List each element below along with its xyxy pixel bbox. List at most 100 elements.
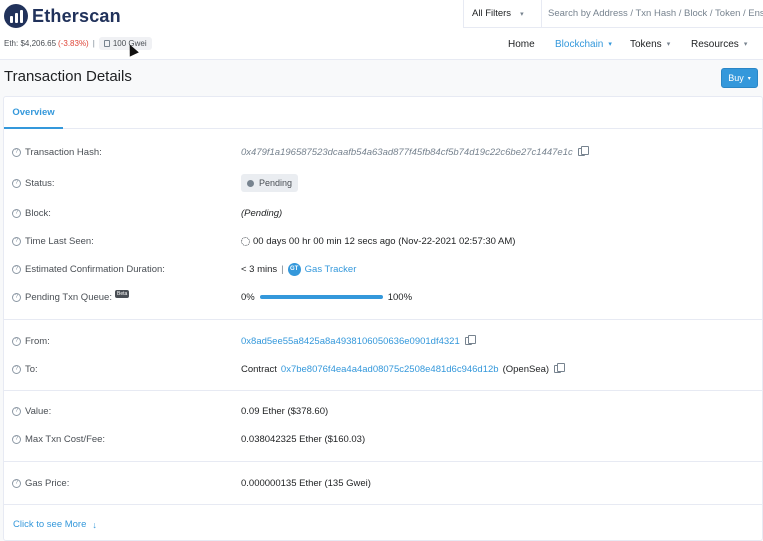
arrow-down-icon: ↓ xyxy=(92,519,97,530)
row-label: ? Value: xyxy=(12,406,51,417)
nav-tokens[interactable]: Tokens ▾ xyxy=(630,36,670,52)
gas-price-detail: 0.000000135 Ether (135 Gwei) xyxy=(241,477,371,489)
time-value: 00 days 00 hr 00 min 12 secs ago (Nov-22… xyxy=(253,235,516,247)
search-filter-select[interactable]: All Filters ▾ xyxy=(464,0,542,27)
help-icon[interactable]: ? xyxy=(12,478,21,488)
gas-tracker-link[interactable]: Gas Tracker xyxy=(305,264,357,275)
row-label: ? Block: xyxy=(12,208,51,219)
ticker-separator: | xyxy=(92,38,95,48)
label-text: Block: xyxy=(25,207,51,219)
chevron-down-icon: ▾ xyxy=(520,10,524,18)
row-value: 0% 100% xyxy=(241,292,412,303)
label-text: Value: xyxy=(25,405,52,417)
buy-button[interactable]: Buy ▾ xyxy=(721,68,758,88)
row-value: 0.038042325 Ether ($160.03) xyxy=(241,434,365,445)
row-time-last-seen: ? Time Last Seen: 00 days 00 hr 00 min 1… xyxy=(4,232,762,250)
brand-name: Etherscan xyxy=(32,5,121,26)
nav-resources[interactable]: Resources ▾ xyxy=(691,36,747,52)
row-value: 00 days 00 hr 00 min 12 secs ago (Nov-22… xyxy=(241,236,515,247)
clock-icon xyxy=(247,179,254,187)
help-icon[interactable]: ? xyxy=(12,147,21,157)
row-from: ? From: 0x8ad5ee55a8425a8a4938106050636e… xyxy=(4,332,762,350)
row-max-fee: ? Max Txn Cost/Fee: 0.038042325 Ether ($… xyxy=(4,430,762,448)
divider xyxy=(4,504,762,505)
help-icon[interactable]: ? xyxy=(12,434,21,444)
top-header: Etherscan All Filters ▾ Eth: $4,206.65 (… xyxy=(0,0,763,60)
label-text: Max Txn Cost/Fee: xyxy=(25,433,106,445)
nav-blockchain[interactable]: Blockchain ▾ xyxy=(555,36,612,52)
block-value: (Pending) xyxy=(241,207,283,219)
row-label: ? Time Last Seen: xyxy=(12,236,94,247)
row-label: ? Pending Txn Queue: Beta xyxy=(12,290,130,303)
value-amount: 0.09 Ether ($378.60) xyxy=(241,405,329,417)
max-fee-value: 0.038042325 Ether ($160.03) xyxy=(241,433,366,445)
etherscan-logo-icon xyxy=(4,4,28,28)
chevron-down-icon: ▾ xyxy=(608,41,612,48)
see-more-link[interactable]: Click to see More ↓ xyxy=(13,519,97,530)
row-block: ? Block: (Pending) xyxy=(4,204,762,222)
help-icon[interactable]: ? xyxy=(12,264,21,274)
label-text: To: xyxy=(25,363,38,375)
row-confirmation-duration: ? Estimated Confirmation Duration: < 3 m… xyxy=(4,260,762,278)
help-icon[interactable]: ? xyxy=(12,336,21,346)
row-label: ? Transaction Hash: xyxy=(12,147,102,158)
label-text: Pending Txn Queue: xyxy=(25,291,112,303)
row-label: ? To: xyxy=(12,364,38,375)
row-status: ? Status: Pending xyxy=(4,174,762,192)
page-title: Transaction Details xyxy=(4,68,132,85)
gas-tracker-icon: GT xyxy=(287,262,301,276)
nav-home[interactable]: Home xyxy=(508,36,535,52)
queue-progress-bar xyxy=(259,295,383,299)
chevron-down-icon: ▾ xyxy=(747,75,751,82)
label-text: Time Last Seen: xyxy=(25,235,94,247)
nav-blockchain-label: Blockchain xyxy=(555,38,604,50)
to-address-link[interactable]: 0x7be8076f4ea4a4ad08075c2508e481d6c946d1… xyxy=(281,364,499,375)
row-label: ? From: xyxy=(12,336,50,347)
row-value-amount: ? Value: 0.09 Ether ($378.60) xyxy=(4,402,762,420)
transaction-hash-value: 0x479f1a196587523dcaafb54a63ad877f45fb84… xyxy=(241,146,573,158)
help-icon[interactable]: ? xyxy=(12,208,21,218)
row-gas-price: ? Gas Price: 0.000000135 Ether (135 Gwei… xyxy=(4,474,762,492)
help-icon[interactable]: ? xyxy=(12,178,21,188)
tab-overview[interactable]: Overview xyxy=(4,97,63,129)
row-label: ? Gas Price: xyxy=(12,478,69,489)
row-value: 0.09 Ether ($378.60) xyxy=(241,406,328,417)
help-icon[interactable]: ? xyxy=(12,292,21,302)
value-separator: | xyxy=(281,263,284,275)
label-text: Gas Price: xyxy=(25,477,70,489)
search-bar: All Filters ▾ xyxy=(463,0,763,28)
copy-icon[interactable] xyxy=(464,335,476,345)
help-icon[interactable]: ? xyxy=(12,364,21,374)
row-transaction-hash: ? Transaction Hash: 0x479f1a196587523dca… xyxy=(4,143,762,161)
row-label: ? Max Txn Cost/Fee: xyxy=(12,434,105,445)
help-icon[interactable]: ? xyxy=(12,236,21,246)
nav-home-label: Home xyxy=(508,38,535,50)
spinner-icon xyxy=(241,236,250,246)
from-address-link[interactable]: 0x8ad5ee55a8425a8a4938106050636e0901df43… xyxy=(241,336,460,347)
row-value: 0.000000135 Ether (135 Gwei) xyxy=(241,478,371,489)
row-value: < 3 mins | GT Gas Tracker xyxy=(241,262,357,276)
queue-progress-fill xyxy=(259,295,383,299)
to-contract-name: (OpenSea) xyxy=(502,363,550,375)
eth-price-change: (-3.83%) xyxy=(58,38,89,48)
row-value: Contract 0x7be8076f4ea4a4ad08075c2508e48… xyxy=(241,363,566,375)
label-text: Estimated Confirmation Duration: xyxy=(25,263,165,275)
row-label: ? Status: xyxy=(12,178,55,189)
divider xyxy=(4,319,762,320)
chevron-down-icon: ▾ xyxy=(666,41,671,48)
confirmation-value: < 3 mins xyxy=(241,263,278,275)
help-icon[interactable]: ? xyxy=(12,406,21,416)
copy-icon[interactable] xyxy=(554,363,566,373)
tab-bar: Overview xyxy=(4,97,762,129)
nav-tokens-label: Tokens xyxy=(630,38,662,50)
search-input[interactable] xyxy=(542,0,763,27)
divider xyxy=(4,461,762,462)
buy-button-label: Buy xyxy=(728,73,744,83)
copy-icon[interactable] xyxy=(577,146,589,156)
eth-price: Eth: $4,206.65 xyxy=(4,38,57,48)
row-value: (Pending) xyxy=(241,208,282,219)
to-prefix: Contract xyxy=(241,363,277,375)
label-text: From: xyxy=(25,335,50,347)
etherscan-logo[interactable]: Etherscan xyxy=(4,4,121,28)
row-pending-queue: ? Pending Txn Queue: Beta 0% 100% xyxy=(4,288,762,306)
